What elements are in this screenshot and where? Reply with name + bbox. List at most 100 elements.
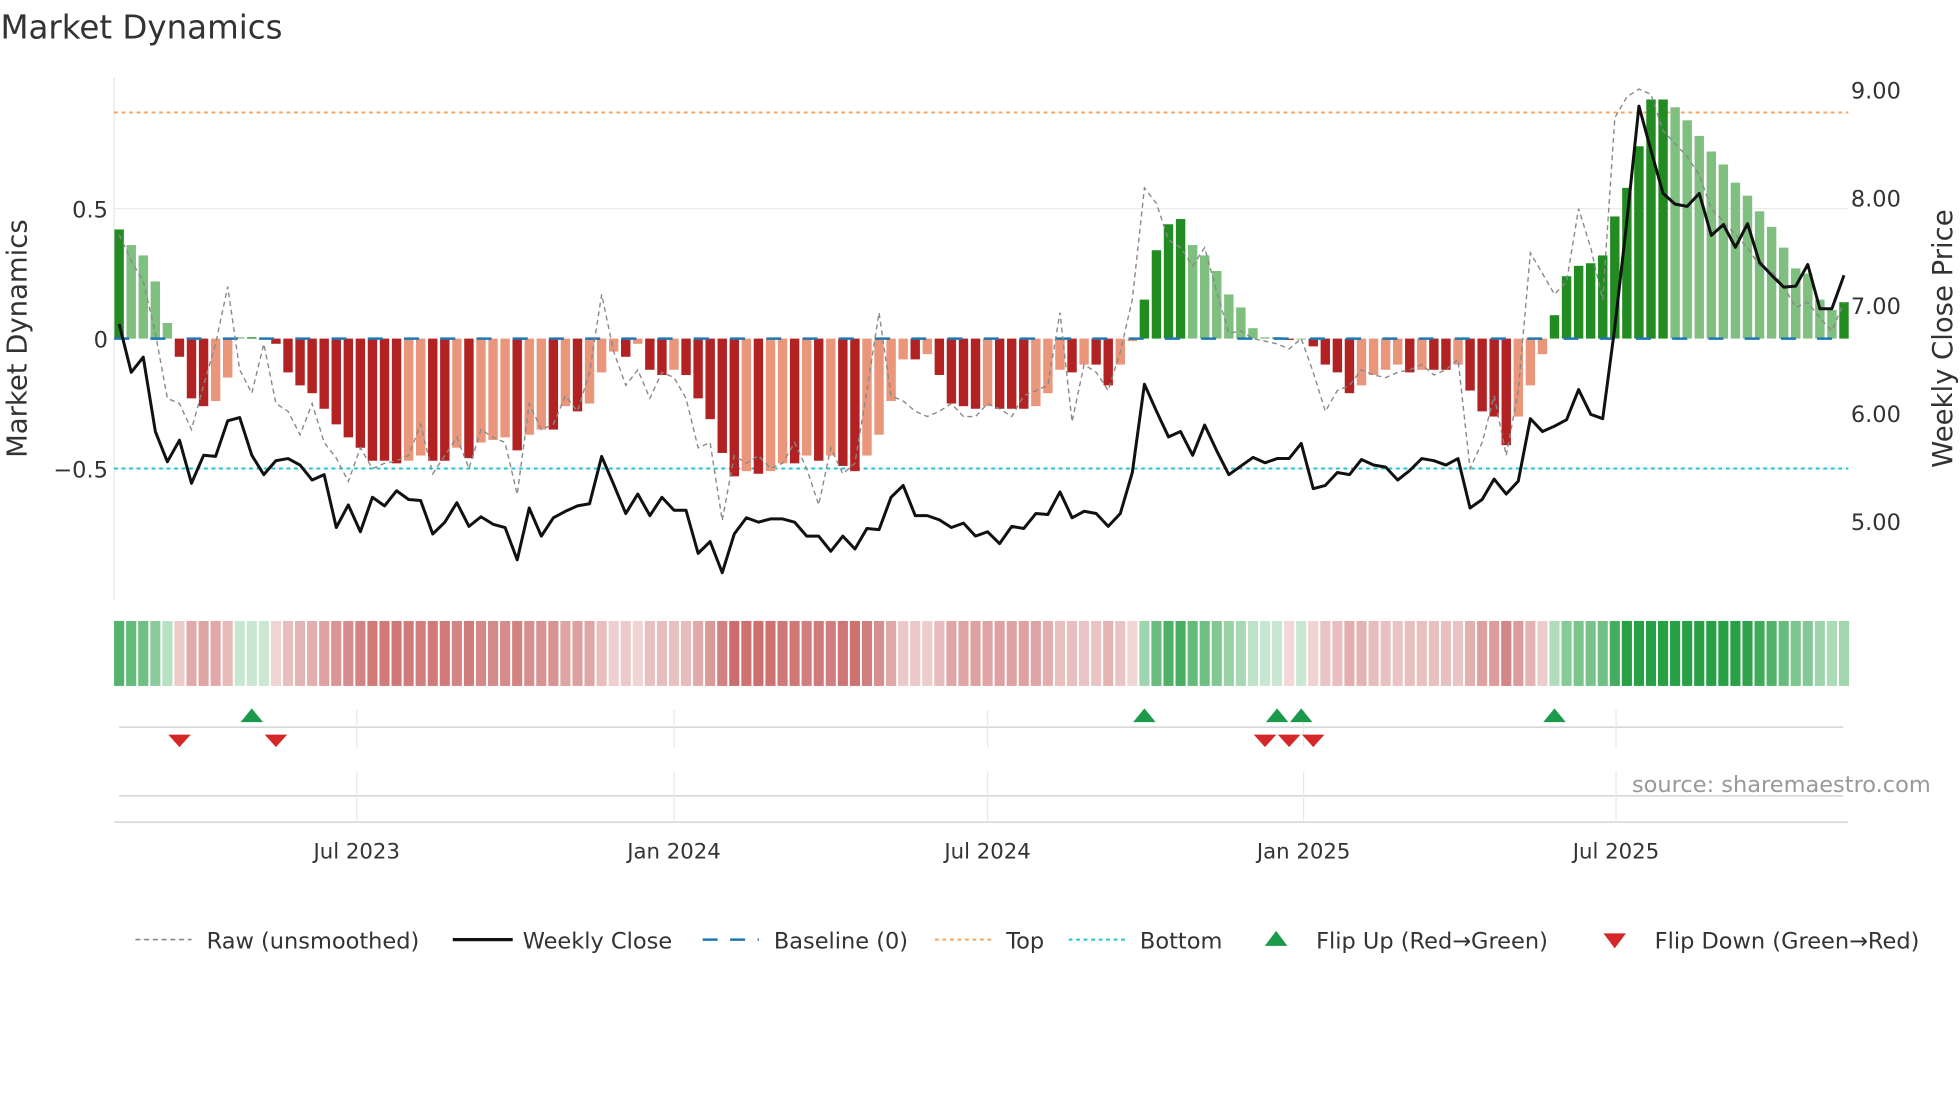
x-tick-label: Jan 2025 [1255,839,1351,864]
strip-cell [801,620,812,686]
dynamics-bar [1441,338,1451,370]
strip-cell [1115,620,1126,686]
dynamics-bar [343,338,354,438]
strip-cell [270,620,282,686]
strip-cell [295,620,306,686]
dynamics-bar [801,338,812,456]
strip-cell [1030,620,1041,686]
strip-cell [1416,620,1427,686]
legend-label: Baseline (0) [774,928,908,954]
dynamics-bar [1694,135,1704,339]
source-label: source: sharemaestro.com [1632,772,1931,798]
dynamics-bar [1320,338,1331,365]
strip-cell [620,620,631,686]
strip-cell [210,620,221,686]
dynamics-bar [1332,338,1343,373]
strip-cell [1320,620,1331,686]
x-tick-label: Jul 2024 [942,839,1030,864]
strip-cell [500,620,511,686]
strip-cell [1814,620,1825,686]
strip-cell [1139,620,1150,686]
strip-cell [837,620,848,686]
dynamics-bar [1429,338,1439,370]
strip-cell [1826,620,1837,686]
chart-container: Market Dynamics Market Dynamics Weekly C… [0,0,1960,1102]
flip-up-marker [1265,708,1289,723]
dynamics-bar [1344,338,1355,394]
strip-cell [1440,620,1452,686]
dynamics-bar [1260,337,1270,339]
dynamics-bar [379,338,390,461]
strip-cell [572,620,583,686]
dynamics-bar [1573,265,1584,339]
dynamics-bar [512,338,522,451]
strip-cell [1284,620,1295,686]
strip-cell [1127,620,1138,686]
dynamics-bar [1067,338,1077,373]
dynamics-bar [1453,338,1463,365]
dynamics-bar [1501,338,1511,446]
strip-cell [596,620,607,686]
strip-cell [705,620,716,686]
dynamics-bar [307,338,317,394]
strip-cell [1682,620,1693,686]
strip-cell [753,620,764,686]
strip-cell [1633,620,1644,686]
dynamics-bar [753,338,764,474]
strip-cell [1489,620,1500,686]
dynamics-bar [1151,250,1162,339]
strip-cell [487,620,499,686]
flip-down-marker [1253,734,1277,748]
strip-cell [1018,620,1029,686]
strip-cell [777,620,788,686]
dynamics-bar [1634,146,1644,339]
dynamics-bar [1091,338,1101,365]
dynamics-bar [488,338,498,440]
dynamics-bar [391,338,402,464]
strip-cell [1513,620,1524,686]
strip-cell [656,620,667,686]
strip-cell [1428,620,1439,686]
dynamics-bar [1368,338,1379,375]
strip-cell [1308,620,1319,686]
strip-cell [1368,620,1379,686]
strip-cell [126,620,137,686]
dynamics-bar [524,338,534,435]
dynamics-bar [596,338,607,373]
strip-cell [234,620,245,686]
dynamics-bar [1405,338,1415,373]
strip-cell [307,620,318,686]
dynamics-bar [838,338,848,466]
dynamics-bar [1839,302,1849,339]
dynamics-bar [1489,338,1499,417]
raw-line [118,88,1845,521]
strip-cell [282,620,294,686]
dynamics-bar [705,338,715,420]
strip-cell [886,620,897,686]
strip-cell [319,620,330,686]
legend-label: Top [1005,928,1044,954]
x-tick-label: Jan 2024 [625,839,721,864]
strip-cell [1332,620,1343,686]
dynamics-bar [669,338,679,370]
dynamics-bar [1766,226,1777,339]
strip-cell [1223,620,1234,686]
strip-cell [680,620,692,686]
dynamics-bar [934,338,945,375]
dynamics-bar [1139,299,1150,339]
strip-cell [934,620,945,686]
legend-flip-up-icon [1264,930,1288,946]
strip-cell [1670,620,1681,686]
strip-cell [343,620,354,686]
dynamics-bar [850,338,860,472]
dynamics-bar [1055,338,1065,370]
strip-cell [427,620,438,686]
dynamics-bar [693,338,703,399]
strip-cell [910,620,921,686]
dynamics-bar [355,338,366,448]
strip-cell [946,620,957,686]
dynamics-bar [476,338,486,443]
strip-cell [1706,620,1717,686]
strip-cell [1187,620,1198,686]
dynamics-bar [814,338,824,461]
